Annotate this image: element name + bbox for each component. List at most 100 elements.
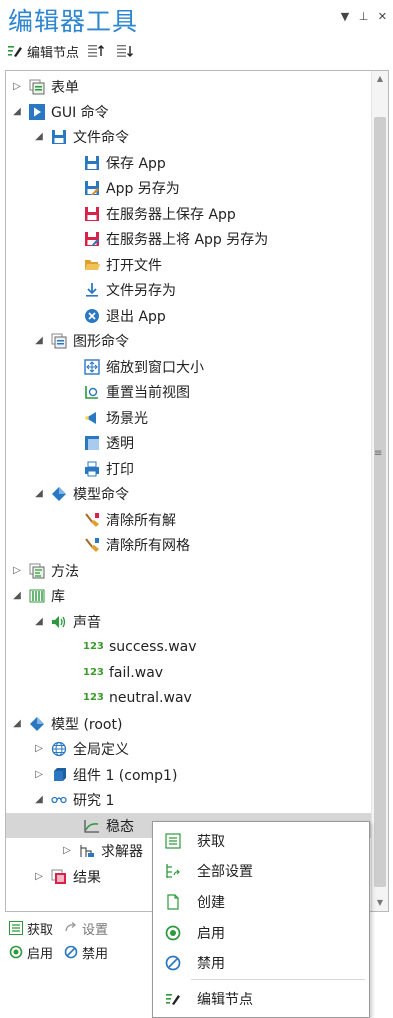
- tree-node-sounds[interactable]: ◢ 声音: [6, 609, 372, 634]
- list-icon: [164, 832, 182, 850]
- globe-icon: [50, 740, 68, 758]
- expander-collapsed-icon[interactable]: ▷: [11, 565, 23, 576]
- server-save-icon: [83, 205, 101, 223]
- tree-node-study-1[interactable]: ◢ 研究 1: [6, 787, 372, 812]
- save-icon: [83, 154, 101, 172]
- stationary-icon: [83, 817, 101, 835]
- tree-node-component-1[interactable]: ▷ 组件 1 (comp1): [6, 762, 372, 787]
- context-menu-item-set-all[interactable]: 全部设置: [153, 856, 369, 886]
- expander-expanded-icon[interactable]: ◢: [11, 718, 23, 729]
- tree-node-success-wav[interactable]: 123 success.wav: [6, 634, 372, 659]
- tree-node-print[interactable]: 打印: [6, 456, 372, 481]
- expander-collapsed-icon[interactable]: ▷: [11, 81, 23, 92]
- open-folder-icon: [83, 256, 101, 274]
- context-menu-label: 获取: [197, 834, 225, 850]
- expander-expanded-icon[interactable]: ◢: [33, 794, 45, 805]
- scroll-thumb[interactable]: [374, 117, 386, 887]
- set-all-icon: [164, 862, 182, 880]
- enable-button[interactable]: 启用: [8, 943, 53, 962]
- expander-expanded-icon[interactable]: ◢: [33, 616, 45, 627]
- save-icon: [50, 128, 68, 146]
- enable-label: 启用: [27, 946, 54, 962]
- form-icon: [50, 332, 68, 350]
- tree-node-open-file[interactable]: 打开文件: [6, 252, 372, 277]
- redo-icon: [63, 920, 79, 936]
- expander-expanded-icon[interactable]: ◢: [33, 488, 45, 499]
- reset-view-icon: [83, 383, 101, 401]
- expander-collapsed-icon[interactable]: ▷: [33, 769, 45, 780]
- print-icon: [83, 460, 101, 478]
- context-menu-item-edit-node[interactable]: 编辑节点: [153, 984, 369, 1014]
- expander-collapsed-icon[interactable]: ▷: [61, 845, 73, 856]
- expander-expanded-icon[interactable]: ◢: [11, 590, 23, 601]
- tree-node-label: 方法: [51, 563, 79, 580]
- context-menu-item-get[interactable]: 获取: [153, 826, 369, 856]
- tree-node-label: 重置当前视图: [106, 384, 190, 401]
- expander-expanded-icon[interactable]: ◢: [33, 335, 45, 346]
- tree-node-exit-app[interactable]: 退出 App: [6, 303, 372, 328]
- tree-node-save-as-on-server[interactable]: 在服务器上将 App 另存为: [6, 226, 372, 251]
- tree-node-libraries[interactable]: ◢ 库: [6, 583, 372, 608]
- tree-node-graphics-commands[interactable]: ◢ 图形命令: [6, 328, 372, 353]
- get-label: 获取: [27, 922, 54, 938]
- tree-node-global-definitions[interactable]: ▷ 全局定义: [6, 736, 372, 761]
- expander-collapsed-icon[interactable]: ▷: [33, 743, 45, 754]
- context-menu-label: 编辑节点: [197, 992, 253, 1008]
- context-menu-item-create[interactable]: 创建: [153, 887, 369, 917]
- scroll-up-button[interactable]: ▲: [372, 71, 388, 87]
- get-button[interactable]: 获取: [8, 919, 53, 938]
- tree-node-gui-commands[interactable]: ◢ GUI 命令: [6, 99, 372, 124]
- scroll-down-button[interactable]: ▼: [372, 895, 388, 911]
- tree-node-label: success.wav: [109, 638, 197, 655]
- disable-button[interactable]: 禁用: [63, 943, 108, 962]
- move-down-button[interactable]: [116, 42, 137, 60]
- window-menu-button[interactable]: ▼: [341, 10, 349, 23]
- context-menu-item-disable[interactable]: 禁用: [153, 948, 369, 978]
- context-menu-separator: [191, 979, 365, 980]
- tree-node-file-save-as[interactable]: 文件另存为: [6, 277, 372, 302]
- tree-node-neutral-wav[interactable]: 123 neutral.wav: [6, 685, 372, 710]
- tree-node-reset-view[interactable]: 重置当前视图: [6, 379, 372, 404]
- list-icon: [8, 920, 24, 936]
- move-up-button[interactable]: [87, 42, 108, 60]
- pin-button[interactable]: ⊥: [359, 10, 369, 23]
- tree-node-clear-solutions[interactable]: 清除所有解: [6, 507, 372, 532]
- tree-node-transparency[interactable]: 透明: [6, 430, 372, 455]
- tree-node-label: 全局定义: [73, 741, 129, 758]
- tree-node-label: 研究 1: [73, 792, 115, 809]
- tree-node-model-root[interactable]: ◢ 模型 (root): [6, 711, 372, 736]
- context-menu-label: 全部设置: [197, 864, 253, 880]
- tree-node-app-save-as[interactable]: App 另存为: [6, 175, 372, 200]
- tree-node-label: 稳态: [106, 818, 134, 835]
- tree-node-label: 清除所有网格: [106, 537, 190, 554]
- tree-node-fail-wav[interactable]: 123 fail.wav: [6, 660, 372, 685]
- tree-node-clear-meshes[interactable]: 清除所有网格: [6, 532, 372, 557]
- close-button[interactable]: ✕: [378, 10, 387, 23]
- tree-node-model-commands[interactable]: ◢ 模型命令: [6, 481, 372, 506]
- tree-node-save-app[interactable]: 保存 App: [6, 150, 372, 175]
- settings-button[interactable]: 设置: [63, 919, 108, 938]
- tree-node-methods[interactable]: ▷ 方法: [6, 558, 372, 583]
- new-document-icon: [164, 893, 182, 911]
- tree-node-zoom-extents[interactable]: 缩放到窗口大小: [6, 354, 372, 379]
- tree-node-file-commands[interactable]: ◢ 文件命令: [6, 124, 372, 149]
- tree-node-scene-light[interactable]: 场景光: [6, 405, 372, 430]
- expander-expanded-icon[interactable]: ◢: [11, 106, 23, 117]
- play-icon: [28, 103, 46, 121]
- exit-icon: [83, 307, 101, 325]
- light-icon: [83, 409, 101, 427]
- tree-node-label: 结果: [73, 869, 101, 886]
- library-icon: [28, 587, 46, 605]
- tree-node-label: 声音: [73, 614, 101, 631]
- tree-scrollbar[interactable]: ▲ ≡ ▼: [371, 71, 388, 911]
- edit-node-button[interactable]: 编辑节点: [6, 42, 79, 61]
- tree-node-form[interactable]: ▷ 表单: [6, 74, 372, 99]
- component-icon: [50, 766, 68, 784]
- expander-collapsed-icon[interactable]: ▷: [33, 871, 45, 882]
- expander-expanded-icon[interactable]: ◢: [33, 131, 45, 142]
- tree-node-label: 组件 1 (comp1): [73, 767, 178, 784]
- tree-node-save-on-server[interactable]: 在服务器上保存 App: [6, 201, 372, 226]
- toolbar: 编辑节点: [6, 40, 145, 62]
- move-down-icon: [116, 42, 134, 60]
- context-menu-item-enable[interactable]: 启用: [153, 918, 369, 948]
